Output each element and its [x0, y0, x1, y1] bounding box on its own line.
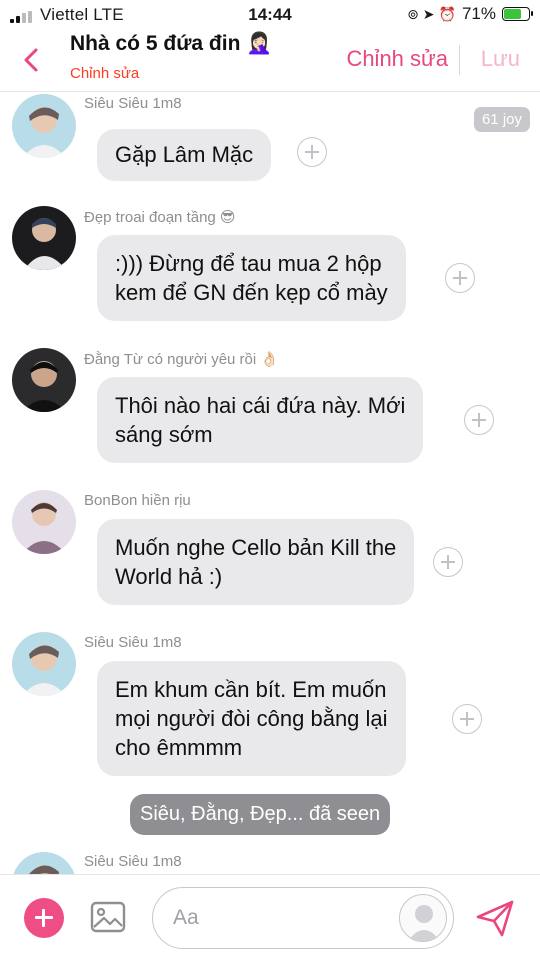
send-icon[interactable]	[474, 897, 516, 939]
avatar[interactable]	[12, 632, 76, 696]
sender-name: Siêu Siêu 1m8	[84, 634, 182, 651]
group-title: Nhà có 5 đứa đin 🤦🏻‍♀️	[70, 32, 273, 55]
status-right: ⊚ ➤ ⏰ 71%	[407, 4, 533, 24]
alarm-icon: ⏰	[438, 6, 456, 22]
sender-name: Siêu Siêu 1m8	[84, 95, 182, 112]
header-divider	[459, 45, 460, 75]
rotation-lock-icon: ⊚	[407, 6, 419, 22]
save-button[interactable]: Lưu	[481, 46, 520, 72]
battery-charging-icon	[502, 7, 533, 21]
avatar[interactable]	[12, 490, 76, 554]
react-add-icon[interactable]	[464, 405, 494, 435]
message-input[interactable]	[173, 902, 393, 934]
image-icon[interactable]	[90, 899, 126, 935]
joy-badge: 61 joy	[473, 107, 530, 132]
sticker-icon[interactable]	[399, 894, 447, 942]
composer-bar	[0, 874, 540, 960]
message-bubble[interactable]: Em khum cần bít. Em muốn mọi người đòi c…	[97, 661, 406, 776]
react-add-icon[interactable]	[445, 263, 475, 293]
message-bubble[interactable]: Thôi nào hai cái đứa này. Mới sáng sớm	[97, 377, 424, 463]
edit-button[interactable]: Chỉnh sửa	[346, 46, 448, 72]
battery-fill	[504, 9, 522, 19]
message-bubble[interactable]: Gặp Lâm Mặc	[97, 129, 272, 181]
react-add-icon[interactable]	[433, 547, 463, 577]
location-icon: ➤	[422, 6, 435, 22]
avatar[interactable]	[12, 852, 76, 874]
avatar[interactable]	[12, 94, 76, 158]
message-list[interactable]: Siêu Siêu 1m8 Gặp Lâm Mặc 61 joy Đẹp tro…	[0, 92, 540, 874]
group-subtitle: Chỉnh sửa	[70, 65, 140, 82]
react-add-icon[interactable]	[452, 704, 482, 734]
battery-percent: 71%	[461, 4, 496, 23]
message-bubble[interactable]: Muốn nghe Cello bản Kill the World hả :)	[97, 519, 415, 605]
add-plus-icon[interactable]	[24, 898, 64, 938]
sender-name: Siêu Siêu 1m8	[84, 853, 182, 870]
back-chevron-icon[interactable]	[18, 44, 46, 76]
chat-header: Nhà có 5 đứa đin 🤦🏻‍♀️ Chỉnh sửa Chỉnh s…	[0, 30, 540, 92]
header-title-group[interactable]: Nhà có 5 đứa đin 🤦🏻‍♀️ Chỉnh sửa	[70, 32, 272, 82]
message-input-box[interactable]	[152, 887, 454, 949]
status-bar: Viettel LTE 14:44 ⊚ ➤ ⏰ 71%	[0, 0, 540, 30]
sender-name: Đẹp troai đoạn tầng 😎	[84, 209, 236, 226]
react-add-icon[interactable]	[297, 137, 327, 167]
avatar[interactable]	[12, 348, 76, 412]
seen-indicator: Siêu, Đằng, Đẹp... đã seen	[130, 794, 391, 835]
sender-name: Đằng Từ có người yêu rồi 👌🏻	[84, 351, 280, 368]
avatar[interactable]	[12, 206, 76, 270]
sender-name: BonBon hiền rịu	[84, 492, 191, 509]
message-bubble[interactable]: :))) Đừng để tau mua 2 hộp kem để GN đến…	[97, 235, 406, 321]
